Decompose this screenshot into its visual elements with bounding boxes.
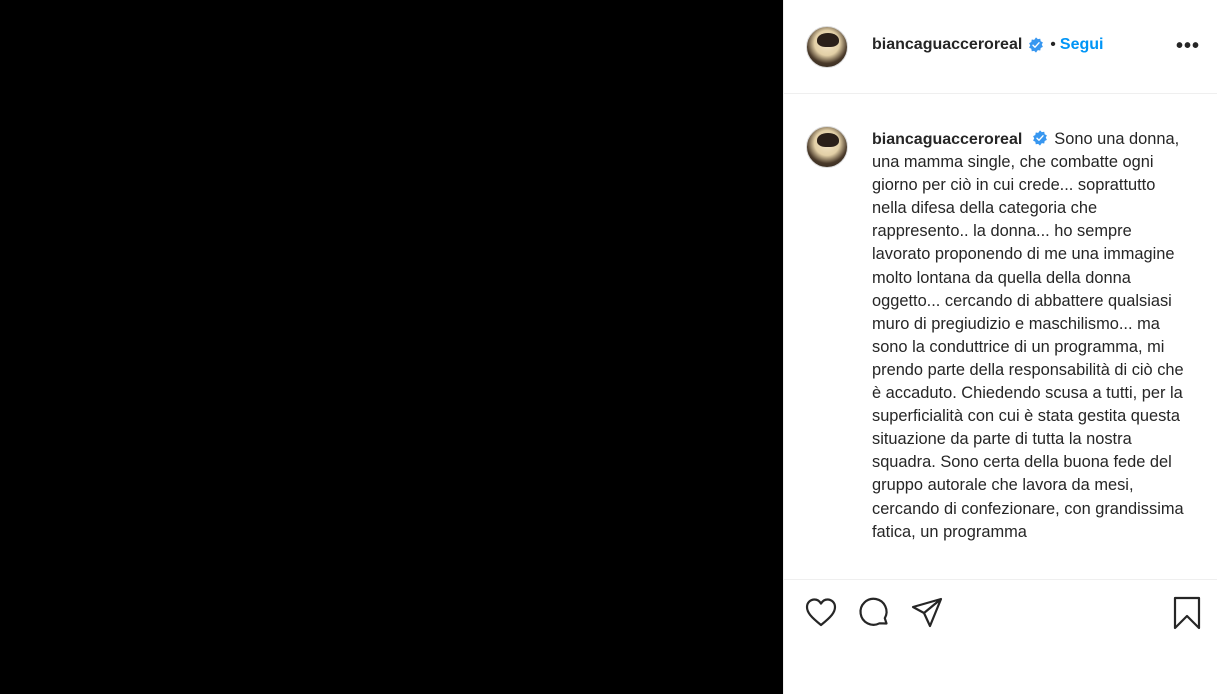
separator-dot: • (1050, 36, 1056, 53)
bookmark-icon (1173, 596, 1201, 630)
comments-section[interactable]: biancaguaccero​real Sono una donna, una … (784, 94, 1217, 580)
share-button[interactable] (910, 596, 944, 630)
caption-avatar[interactable] (806, 126, 848, 168)
like-button[interactable] (804, 596, 838, 630)
header-user-line: biancaguaccero​real • Segui (872, 36, 1103, 54)
caption: biancaguaccero​real Sono una donna, una … (872, 128, 1192, 544)
caption-text: Sono una donna, una mamma single, che co… (872, 130, 1184, 541)
post-header: biancaguaccero​real • Segui ••• (784, 0, 1217, 94)
heart-icon (805, 598, 837, 627)
username-link[interactable]: biancaguaccero​real (872, 36, 1022, 54)
share-icon (911, 597, 943, 628)
save-button[interactable] (1170, 596, 1204, 630)
more-options-button[interactable]: ••• (1176, 36, 1200, 56)
comment-button[interactable] (857, 596, 891, 630)
caption-username-link[interactable]: biancaguaccero​real (872, 131, 1022, 148)
post-media[interactable] (0, 0, 783, 694)
verified-badge-icon (1033, 130, 1048, 146)
verified-badge-icon (1029, 37, 1044, 53)
profile-avatar[interactable] (806, 26, 848, 68)
action-bar (784, 596, 1217, 632)
comment-icon (859, 597, 888, 626)
post-side-panel: biancaguaccero​real • Segui ••• biancagu… (783, 0, 1217, 694)
follow-button[interactable]: Segui (1060, 36, 1104, 54)
